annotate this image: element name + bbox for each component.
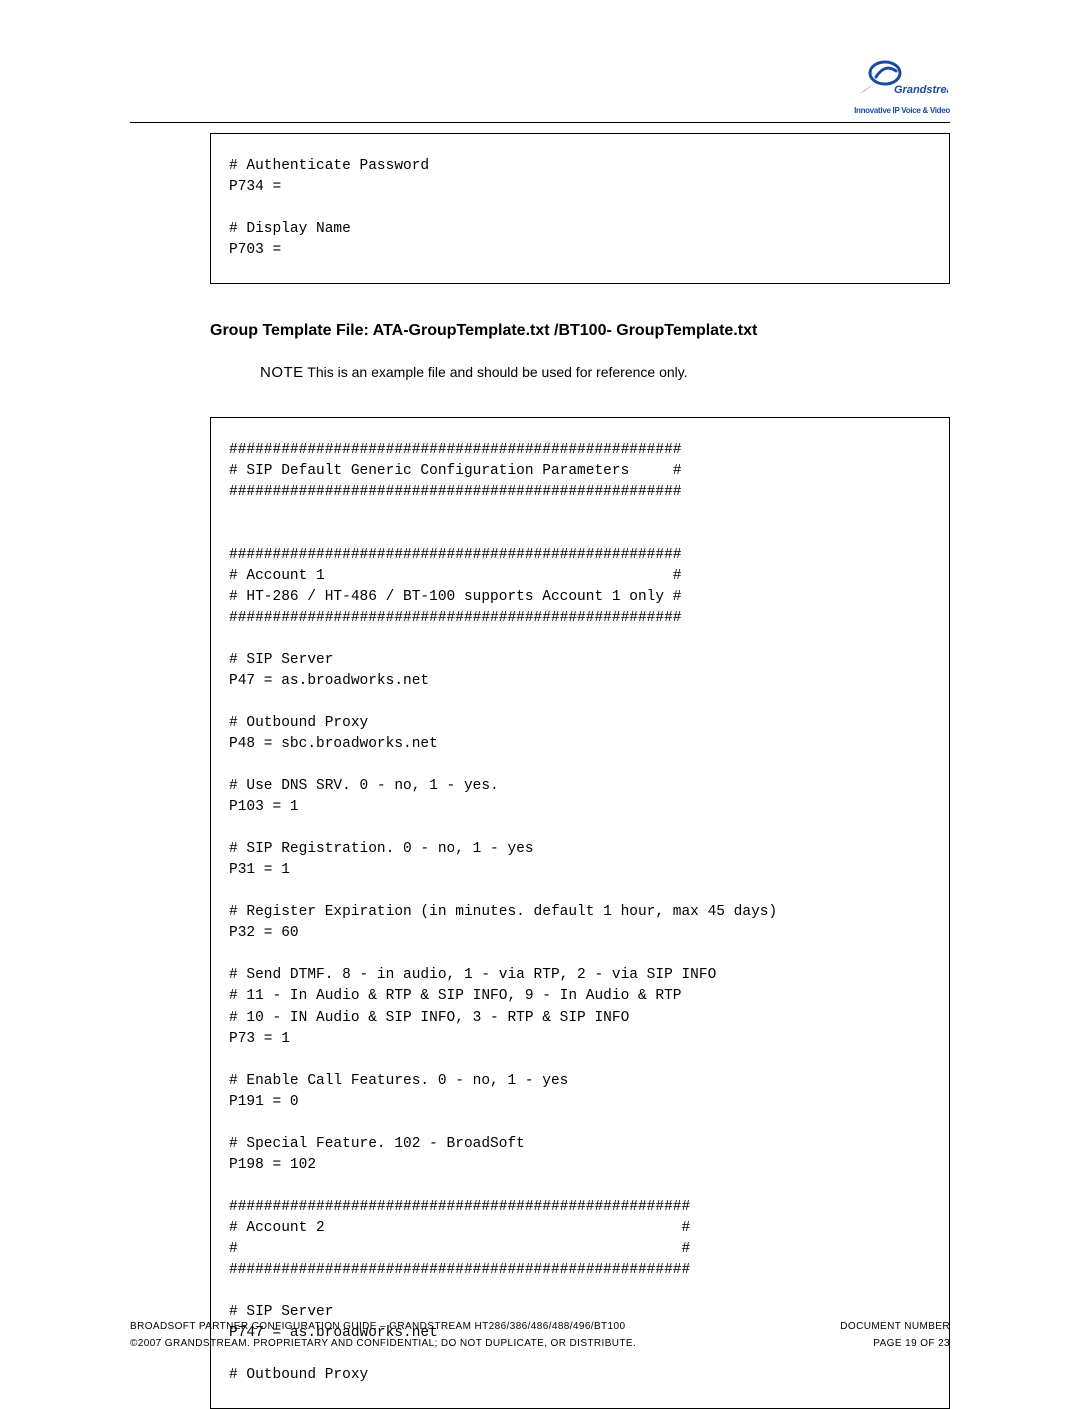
grandstream-logo-icon: Grandstream	[856, 55, 948, 99]
header-divider	[130, 122, 950, 123]
page-footer: BROADSOFT PARTNER CONFIGURATION GUIDE – …	[130, 1321, 950, 1355]
logo-brand-text: Grandstream	[894, 84, 948, 96]
footer-doc-title: BROADSOFT PARTNER CONFIGURATION GUIDE – …	[130, 1321, 625, 1332]
config-code-block-1: # Authenticate Password P734 = # Display…	[210, 133, 950, 284]
footer-doc-number-label: DOCUMENT NUMBER	[840, 1321, 950, 1332]
footer-page-number: PAGE 19 OF 23	[873, 1338, 950, 1349]
note-line: NOTE This is an example file and should …	[260, 364, 950, 381]
note-text: This is an example file and should be us…	[304, 364, 688, 380]
footer-row-2: ©2007 GRANDSTREAM. PROPRIETARY AND CONFI…	[130, 1338, 950, 1349]
logo-tagline: Innovative IP Voice & Video	[854, 106, 950, 115]
footer-copyright: ©2007 GRANDSTREAM. PROPRIETARY AND CONFI…	[130, 1338, 636, 1349]
note-label: NOTE	[260, 364, 304, 381]
config-code-block-2: ########################################…	[210, 417, 950, 1409]
logo-area: Grandstream Innovative IP Voice & Video	[854, 55, 950, 115]
footer-row-1: BROADSOFT PARTNER CONFIGURATION GUIDE – …	[130, 1321, 950, 1332]
section-heading: Group Template File: ATA-GroupTemplate.t…	[210, 322, 950, 340]
